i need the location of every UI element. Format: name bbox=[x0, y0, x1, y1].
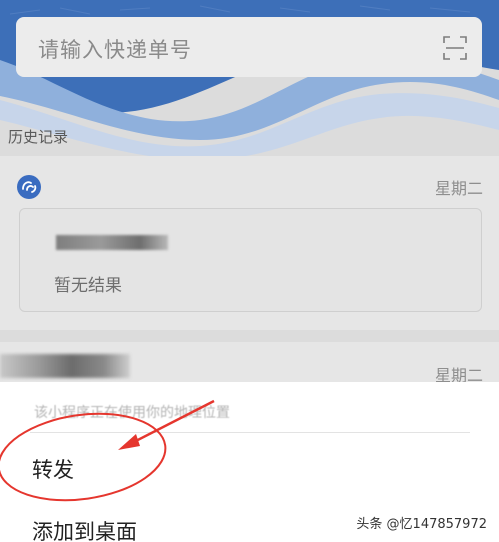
tracking-status: 暂无结果 bbox=[54, 276, 122, 296]
redacted-courier-info bbox=[0, 354, 130, 378]
history-item-weekday: 星期二 bbox=[434, 179, 483, 198]
history-section-title: 历史记录 bbox=[8, 128, 69, 146]
history-item[interactable]: 星期二 暂无结果 bbox=[0, 156, 499, 330]
mini-program-screen: 请输入快递单号 历史记录 星期二 暂无结果 星期二 该小程序正在使用你的地理位置… bbox=[0, 0, 499, 542]
history-item[interactable]: 星期二 bbox=[0, 342, 499, 385]
add-to-desktop-menu-item[interactable]: 添加到桌面 bbox=[32, 516, 137, 542]
forward-menu-item[interactable]: 转发 bbox=[32, 454, 74, 484]
tracking-number-search-box[interactable]: 请输入快递单号 bbox=[16, 17, 482, 77]
redacted-tracking-number bbox=[56, 235, 168, 250]
sheet-divider bbox=[30, 432, 470, 433]
tracking-result-card[interactable]: 暂无结果 bbox=[19, 208, 482, 312]
location-usage-notice: 该小程序正在使用你的地理位置 bbox=[34, 405, 230, 421]
scan-icon[interactable] bbox=[442, 35, 468, 61]
search-placeholder: 请输入快递单号 bbox=[38, 38, 192, 62]
courier-logo-icon bbox=[17, 175, 41, 199]
watermark-text: 头条 @忆147857972 bbox=[356, 517, 487, 532]
